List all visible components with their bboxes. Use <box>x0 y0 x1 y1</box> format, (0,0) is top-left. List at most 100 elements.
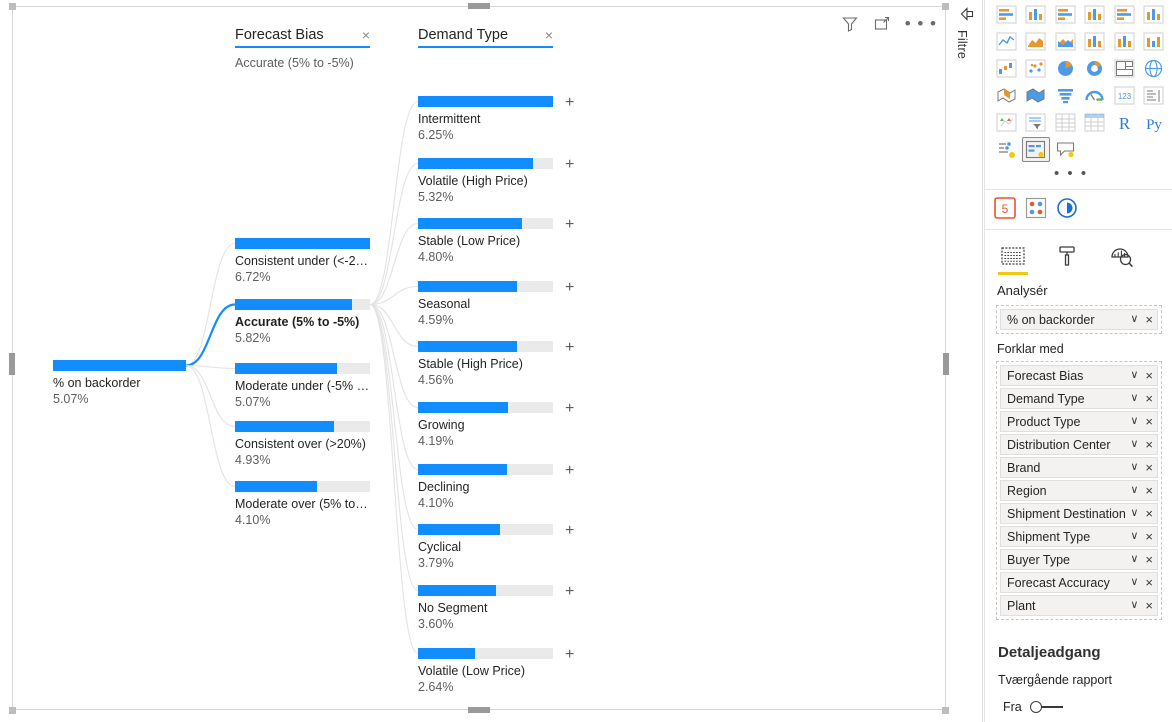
tree-node-level1[interactable]: Accurate (5% to -5%) 5.82% <box>235 299 370 346</box>
analyze-field-well[interactable]: % on backorder ∨ × <box>996 305 1162 334</box>
resize-handle-bottom-left[interactable] <box>9 707 16 714</box>
close-icon[interactable]: × <box>1145 530 1153 543</box>
chevron-down-icon[interactable]: ∨ <box>1130 462 1138 473</box>
analyze-field-chip[interactable]: % on backorder ∨ × <box>1000 309 1158 330</box>
expand-node-button[interactable]: + <box>565 523 574 539</box>
custom-visual-icon[interactable] <box>1025 197 1047 219</box>
chevron-down-icon[interactable]: ∨ <box>1130 314 1138 325</box>
slicer-icon[interactable] <box>1022 110 1050 135</box>
decomposition-tree[interactable]: Forecast Bias × Accurate (5% to -5%) Demand… <box>13 7 945 709</box>
explain-by-field-chip[interactable]: Buyer Type ∨ × <box>1000 549 1158 570</box>
level-header-2[interactable]: Demand Type × <box>418 27 553 48</box>
explain-by-field-chip[interactable]: Region ∨ × <box>1000 480 1158 501</box>
resize-handle-bottom-right[interactable] <box>942 707 949 714</box>
chevron-down-icon[interactable]: ∨ <box>1130 600 1138 611</box>
level-header-1[interactable]: Forecast Bias × <box>235 27 370 48</box>
expand-node-button[interactable]: + <box>565 401 574 417</box>
explain-by-field-chip[interactable]: Brand ∨ × <box>1000 457 1158 478</box>
pane-tabs[interactable] <box>985 230 1172 275</box>
area-chart-icon[interactable] <box>1022 29 1050 54</box>
line-stacked-column-chart-icon[interactable] <box>1081 29 1109 54</box>
decomposition-tree-visual[interactable]: • • • Forecast Bias × Accurate (5% to -5%)… <box>12 6 946 710</box>
ribbon-chart-icon[interactable] <box>1140 29 1168 54</box>
tree-node-level2[interactable]: Stable (High Price) 4.56% + <box>418 340 574 388</box>
cross-report-toggle[interactable] <box>1029 700 1063 714</box>
tree-node-level1[interactable]: Moderate over (5% to … 4.10% <box>235 481 370 528</box>
expand-node-button[interactable]: + <box>565 157 574 173</box>
stacked-column-chart-icon[interactable] <box>1022 2 1050 27</box>
filters-pane-rail[interactable]: Filtre <box>951 0 983 722</box>
expand-node-button[interactable]: + <box>565 280 574 296</box>
tree-node-level2[interactable]: Seasonal 4.59% + <box>418 280 574 328</box>
chevron-down-icon[interactable]: ∨ <box>1130 370 1138 381</box>
explain-by-field-chip[interactable]: Shipment Destination ∨ × <box>1000 503 1158 524</box>
line-chart-icon[interactable] <box>992 29 1020 54</box>
donut-chart-icon[interactable] <box>1081 56 1109 81</box>
resize-handle-top[interactable] <box>468 3 490 9</box>
scatter-chart-icon[interactable] <box>1022 56 1050 81</box>
chevron-down-icon[interactable]: ∨ <box>1130 439 1138 450</box>
remove-level-icon[interactable]: × <box>362 28 370 42</box>
tree-node-level2[interactable]: Declining 4.10% + <box>418 463 574 511</box>
100-stacked-column-chart-icon[interactable] <box>1140 2 1168 27</box>
tree-node-level2[interactable]: Stable (Low Price) 4.80% + <box>418 217 574 265</box>
shape-map-icon[interactable] <box>1022 83 1050 108</box>
chevron-down-icon[interactable]: ∨ <box>1130 416 1138 427</box>
expand-node-button[interactable]: + <box>565 647 574 663</box>
close-icon[interactable]: × <box>1145 438 1153 451</box>
resize-handle-top-right[interactable] <box>942 3 949 10</box>
resize-handle-left[interactable] <box>9 353 15 375</box>
gallery-more-icon[interactable]: • • • <box>1054 166 1088 181</box>
chevron-down-icon[interactable]: ∨ <box>1130 393 1138 404</box>
map-icon[interactable] <box>1140 56 1168 81</box>
tree-node-level1[interactable]: Consistent under (<-2… 6.72% <box>235 238 370 285</box>
tab-fields[interactable] <box>997 241 1029 275</box>
treemap-icon[interactable] <box>1110 56 1138 81</box>
close-icon[interactable]: × <box>1145 507 1153 520</box>
expand-node-button[interactable]: + <box>565 340 574 356</box>
visualization-gallery[interactable]: 123 R Py <box>985 0 1172 166</box>
close-icon[interactable]: × <box>1145 553 1153 566</box>
resize-handle-bottom[interactable] <box>468 707 490 713</box>
close-icon[interactable]: × <box>1145 415 1153 428</box>
close-icon[interactable]: × <box>1145 392 1153 405</box>
close-icon[interactable]: × <box>1145 484 1153 497</box>
tree-node-level2[interactable]: Volatile (Low Price) 2.64% + <box>418 647 574 695</box>
waterfall-chart-icon[interactable] <box>992 56 1020 81</box>
expand-node-button[interactable]: + <box>565 463 574 479</box>
clustered-bar-chart-icon[interactable] <box>1051 2 1079 27</box>
stacked-area-chart-icon[interactable] <box>1051 29 1079 54</box>
visualizations-pane[interactable]: 123 R Py • • • 5 Analysér % on backorder… <box>984 0 1172 722</box>
explain-by-field-well[interactable]: Forecast Bias ∨ × Demand Type ∨ × Product Type… <box>996 361 1162 620</box>
chevron-down-icon[interactable]: ∨ <box>1130 531 1138 542</box>
explain-by-field-chip[interactable]: Product Type ∨ × <box>1000 411 1158 432</box>
tree-node-level2[interactable]: No Segment 3.60% + <box>418 584 574 632</box>
close-icon[interactable]: × <box>1145 576 1153 589</box>
tree-node-level1[interactable]: Consistent over (>20%) 4.93% <box>235 421 370 468</box>
100-stacked-bar-chart-icon[interactable] <box>1110 2 1138 27</box>
html-visual-icon[interactable]: 5 <box>994 197 1016 219</box>
custom-visuals-row[interactable]: 5 <box>985 190 1172 226</box>
matrix-icon[interactable] <box>1081 110 1109 135</box>
qa-visual-icon[interactable] <box>1051 137 1079 162</box>
power-visual-icon[interactable] <box>1056 197 1078 219</box>
explain-by-field-chip[interactable]: Forecast Bias ∨ × <box>1000 365 1158 386</box>
cross-report-toggle-row[interactable]: Fra <box>985 687 1172 714</box>
chevron-down-icon[interactable]: ∨ <box>1130 554 1138 565</box>
tree-node-level2[interactable]: Growing 4.19% + <box>418 401 574 449</box>
key-influencers-icon[interactable] <box>992 137 1020 162</box>
card-icon[interactable]: 123 <box>1110 83 1138 108</box>
filled-map-icon[interactable] <box>992 83 1020 108</box>
close-icon[interactable]: × <box>1145 369 1153 382</box>
multi-row-card-icon[interactable] <box>1140 83 1168 108</box>
close-icon[interactable]: × <box>1145 313 1153 326</box>
tree-node-level1[interactable]: Moderate under (-5% … 5.07% <box>235 363 370 410</box>
close-icon[interactable]: × <box>1145 461 1153 474</box>
explain-by-field-chip[interactable]: Forecast Accuracy ∨ × <box>1000 572 1158 593</box>
explain-by-field-chip[interactable]: Distribution Center ∨ × <box>1000 434 1158 455</box>
pie-chart-icon[interactable] <box>1051 56 1079 81</box>
explain-by-field-chip[interactable]: Demand Type ∨ × <box>1000 388 1158 409</box>
tree-node-level2[interactable]: Cyclical 3.79% + <box>418 523 574 571</box>
expand-node-button[interactable]: + <box>565 217 574 233</box>
close-icon[interactable]: × <box>1145 599 1153 612</box>
